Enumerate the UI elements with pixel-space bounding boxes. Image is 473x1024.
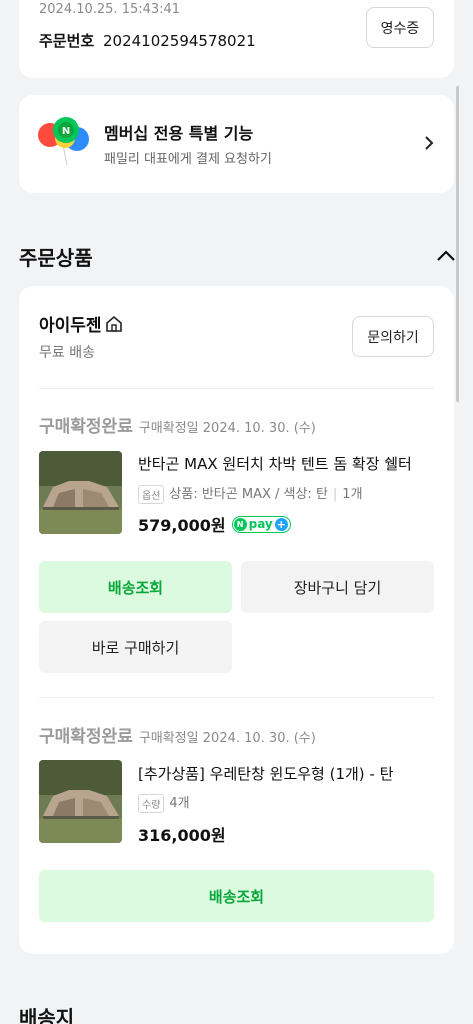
item-status-row: 구매확정완료 구매확정일 2024. 10. 30. (수): [39, 722, 316, 747]
item-name[interactable]: [추가상품] 우레탄창 윈도우형 (1개) - 탄: [138, 763, 393, 784]
quantity-tag: 수량: [138, 794, 165, 813]
svg-text:N: N: [62, 126, 70, 137]
membership-subtitle: 패밀리 대표에게 결제 요청하기: [104, 152, 272, 167]
scrollbar[interactable]: [456, 86, 459, 402]
membership-card[interactable]: N 멤버십 전용 특별 기능 패밀리 대표에게 결제 요청하기: [19, 95, 454, 193]
chevron-right-icon: [424, 135, 434, 155]
receipt-button[interactable]: 영수증: [366, 7, 434, 48]
item-status: 구매확정완료: [39, 417, 133, 437]
item-status-date: 구매확정일 2024. 10. 30. (수): [138, 421, 316, 436]
item-qty: 1개: [342, 487, 363, 502]
item-option: 상품: 반타곤 MAX / 색상: 탄: [169, 487, 328, 502]
product-thumbnail[interactable]: [39, 451, 122, 534]
order-number-label: 주문번호: [39, 32, 95, 50]
order-number-row: 주문번호 2024102594578021: [39, 30, 256, 51]
item-price-row: 579,000원 Npay +: [138, 512, 291, 536]
separator: |: [332, 487, 338, 502]
order-info-card: 2024.10.25. 15:43:41 주문번호 20241025945780…: [19, 0, 454, 78]
plus-icon: +: [274, 517, 288, 531]
inquiry-button[interactable]: 문의하기: [352, 316, 434, 357]
product-thumbnail[interactable]: [39, 760, 122, 843]
track-delivery-button[interactable]: 배송조회: [39, 561, 232, 613]
order-number: 2024102594578021: [102, 32, 256, 50]
npay-badge: Npay +: [231, 515, 291, 533]
item-status-date: 구매확정일 2024. 10. 30. (수): [138, 731, 316, 746]
products-section-title: 주문상품: [19, 246, 93, 270]
npay-text: pay: [248, 517, 273, 531]
item-option-row: 옵션 상품: 반타곤 MAX / 색상: 탄 | 1개: [138, 483, 363, 504]
divider: [39, 697, 434, 698]
item-qty: 4개: [169, 796, 190, 811]
track-delivery-button[interactable]: 배송조회: [39, 870, 434, 922]
item-price: 316,000원: [138, 826, 226, 845]
chevron-up-icon[interactable]: [436, 247, 456, 266]
seller-name: 아이두젠: [39, 316, 102, 336]
item-status-row: 구매확정완료 구매확정일 2024. 10. 30. (수): [39, 412, 316, 437]
home-icon: [105, 315, 123, 333]
item-price: 579,000원: [138, 516, 226, 535]
item-name[interactable]: 반타곤 MAX 원터치 차박 텐트 돔 확장 쉘터: [138, 453, 438, 474]
seller-name-row[interactable]: 아이두젠: [39, 311, 123, 336]
seller-shipping: 무료 배송: [39, 345, 95, 361]
item-status: 구매확정완료: [39, 727, 133, 747]
shipping-section-title: 배송지: [19, 1006, 75, 1024]
balloons-icon: N: [37, 115, 93, 167]
order-datetime: 2024.10.25. 15:43:41: [39, 2, 181, 17]
buy-now-button[interactable]: 바로 구매하기: [39, 621, 232, 673]
option-tag: 옵션: [138, 485, 165, 504]
membership-title: 멤버십 전용 특별 기능: [104, 124, 254, 143]
products-card: 아이두젠 무료 배송 문의하기 구매확정완료구매확정일 2024. 10. 30…: [19, 286, 454, 954]
divider: [39, 388, 434, 389]
add-to-cart-button[interactable]: 장바구니 담기: [241, 561, 434, 613]
npay-n-icon: N: [233, 517, 247, 531]
item-option-row: 수량 4개: [138, 792, 190, 813]
